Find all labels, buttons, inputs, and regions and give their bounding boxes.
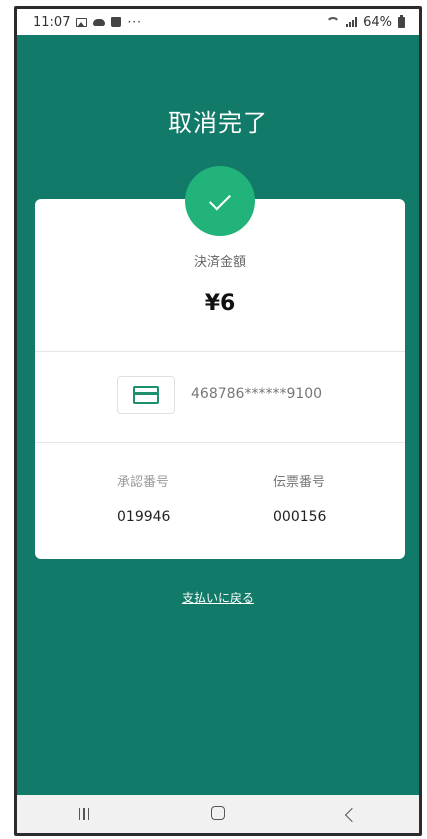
approval-number-label: 承認番号 bbox=[117, 475, 170, 490]
home-button[interactable] bbox=[188, 805, 248, 824]
success-check-badge bbox=[185, 166, 255, 236]
cloud-icon bbox=[93, 18, 106, 26]
back-icon bbox=[344, 807, 360, 822]
signal-icon bbox=[346, 17, 358, 27]
wifi-icon bbox=[326, 17, 341, 27]
slip-number-value: 000156 bbox=[273, 509, 327, 525]
page-title: 取消完了 bbox=[168, 109, 268, 137]
divider bbox=[35, 351, 405, 352]
gallery-icon bbox=[76, 17, 88, 27]
back-button[interactable] bbox=[322, 805, 382, 824]
credit-card-icon bbox=[133, 386, 159, 404]
recent-apps-button[interactable] bbox=[54, 805, 114, 824]
shopping-bag-icon bbox=[111, 17, 122, 27]
card-number: 468786******9100 bbox=[191, 386, 323, 402]
status-right: 64% bbox=[326, 14, 405, 30]
status-bar: 11:07 ··· 64% bbox=[17, 9, 419, 35]
phone-screen: 11:07 ··· 64% 取消完了 決済金額 ¥6 468786******9… bbox=[14, 6, 422, 836]
card-icon-box bbox=[117, 376, 175, 414]
check-icon bbox=[209, 188, 231, 210]
amount-label: 決済金額 bbox=[193, 255, 246, 270]
battery-percent: 64% bbox=[363, 14, 392, 30]
home-icon bbox=[211, 805, 225, 820]
approval-number-value: 019946 bbox=[117, 509, 171, 525]
divider bbox=[35, 442, 405, 443]
status-time: 11:07 bbox=[33, 14, 71, 30]
recent-apps-icon bbox=[78, 807, 90, 820]
amount-value: ¥6 bbox=[204, 291, 236, 316]
status-left: 11:07 ··· bbox=[33, 15, 142, 30]
result-card: 決済金額 ¥6 468786******9100 承認番号 伝票番号 01994… bbox=[35, 199, 405, 559]
back-to-payment-link[interactable]: 支払いに戻る bbox=[17, 589, 419, 606]
slip-number-label: 伝票番号 bbox=[273, 475, 326, 490]
system-nav-bar bbox=[17, 795, 419, 833]
battery-icon bbox=[398, 14, 405, 28]
more-notifications-icon: ··· bbox=[127, 15, 142, 29]
